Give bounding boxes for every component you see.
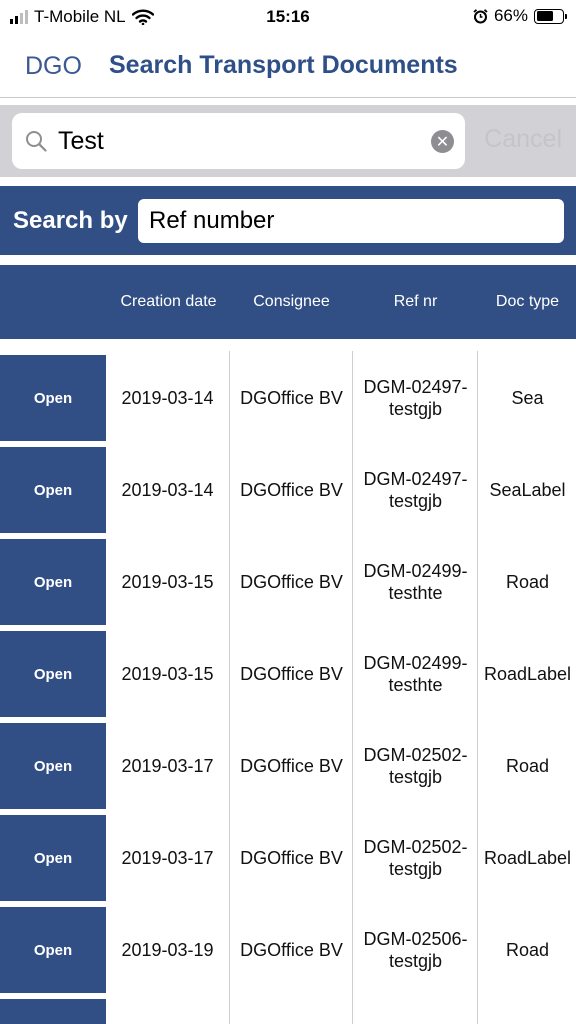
table-header: Creation date Consignee Ref nr Doc type xyxy=(0,265,576,339)
cell-consignee: DGOffice BV xyxy=(240,664,343,684)
carrier-label: T-Mobile NL xyxy=(34,7,126,26)
cell-consignee: DGOffice BV xyxy=(240,940,343,960)
search-by-label: Search by xyxy=(13,207,128,234)
back-button[interactable]: DGO xyxy=(25,52,82,81)
battery-icon xyxy=(534,8,567,24)
cell-doc-type: RoadLabel xyxy=(483,664,572,684)
table-row: Open 2019-03-17 DGOffice BV DGM-02502-te… xyxy=(0,815,576,901)
open-button[interactable]: Open xyxy=(0,447,106,533)
search-field[interactable]: Test ✕ xyxy=(12,113,465,169)
status-left: T-Mobile NL xyxy=(10,7,154,27)
cellular-signal-icon xyxy=(10,10,28,24)
cell-creation-date: 2019-03-15 xyxy=(121,664,214,684)
search-input[interactable]: Test xyxy=(58,113,104,169)
cell-creation-date: 2019-03-14 xyxy=(121,388,214,408)
header-creation-date[interactable]: Creation date xyxy=(106,265,231,339)
open-button[interactable]: Open xyxy=(0,539,106,625)
table-row: Open 2019-03-15 DGOffice BV DGM-02499-te… xyxy=(0,631,576,717)
table-row: Open 2019-03-17 DGOffice BV DGM-02502-te… xyxy=(0,723,576,809)
search-by-select[interactable]: Ref number xyxy=(138,199,564,243)
header-consignee[interactable]: Consignee xyxy=(231,265,352,339)
status-right: 66% xyxy=(473,6,567,26)
cell-ref-nr: DGM-02506-testgjb xyxy=(363,929,468,971)
cell-ref-nr: DGM-02497-testgjb xyxy=(363,469,468,511)
cell-ref-nr: DGM-02499-testhte xyxy=(363,561,468,603)
cell-ref-nr: DGM-02502-testgjb xyxy=(363,837,468,879)
table-row: Open 2019-03-14 DGOffice BV DGM-02497-te… xyxy=(0,355,576,441)
cell-ref-nr: DGM-02502-testgjb xyxy=(363,745,468,787)
clear-search-icon[interactable]: ✕ xyxy=(431,130,454,153)
open-button[interactable]: Open xyxy=(0,815,106,901)
cancel-button[interactable]: Cancel xyxy=(484,125,562,154)
status-bar: T-Mobile NL 15:16 66% xyxy=(0,0,576,34)
header-ref-nr[interactable]: Ref nr xyxy=(354,265,477,339)
search-icon xyxy=(26,131,47,152)
cell-doc-type: Road xyxy=(505,756,550,776)
cell-doc-type: SeaLabel xyxy=(489,480,566,500)
cell-creation-date: 2019-03-17 xyxy=(121,848,214,868)
navigation-bar: DGO Search Transport Documents xyxy=(0,34,576,98)
cell-ref-nr: DGM-02499-testhte xyxy=(363,653,468,695)
cell-ref-nr: DGM-02497-testgjb xyxy=(363,377,468,419)
cell-consignee: DGOffice BV xyxy=(240,756,343,776)
open-button-partial[interactable] xyxy=(0,999,106,1024)
search-by-bar: Search by Ref number xyxy=(0,186,576,255)
table-row: Open 2019-03-14 DGOffice BV DGM-02497-te… xyxy=(0,447,576,533)
wifi-icon xyxy=(131,9,154,25)
header-doc-type[interactable]: Doc type xyxy=(479,265,576,339)
open-button[interactable]: Open xyxy=(0,355,106,441)
alarm-clock-icon xyxy=(473,8,488,23)
table-row: Open 2019-03-15 DGOffice BV DGM-02499-te… xyxy=(0,539,576,625)
cell-creation-date: 2019-03-15 xyxy=(121,572,214,592)
cell-doc-type: RoadLabel xyxy=(483,848,572,868)
cell-creation-date: 2019-03-14 xyxy=(121,480,214,500)
open-button[interactable]: Open xyxy=(0,723,106,809)
cell-consignee: DGOffice BV xyxy=(240,572,343,592)
search-bar: Test ✕ Cancel xyxy=(0,105,576,177)
table-row: Open 2019-03-19 DGOffice BV DGM-02506-te… xyxy=(0,907,576,993)
cell-doc-type: Sea xyxy=(511,388,544,408)
cell-consignee: DGOffice BV xyxy=(240,848,343,868)
cell-creation-date: 2019-03-17 xyxy=(121,756,214,776)
page-title: Search Transport Documents xyxy=(109,51,458,79)
cell-doc-type: Road xyxy=(505,940,550,960)
open-button[interactable]: Open xyxy=(0,631,106,717)
cell-consignee: DGOffice BV xyxy=(240,480,343,500)
cell-creation-date: 2019-03-19 xyxy=(121,940,214,960)
open-button[interactable]: Open xyxy=(0,907,106,993)
cell-consignee: DGOffice BV xyxy=(240,388,343,408)
battery-percent: 66% xyxy=(493,6,528,25)
cell-doc-type: Road xyxy=(505,572,550,592)
battery-fill xyxy=(536,11,553,21)
